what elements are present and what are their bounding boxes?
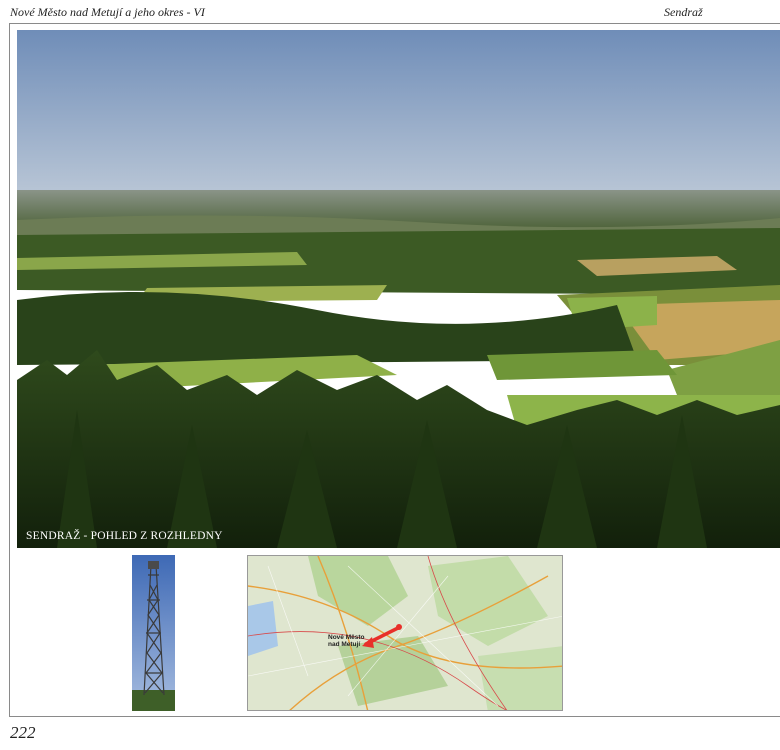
map-place-label: Nové Město nad Metují	[328, 634, 365, 648]
photo-caption: SENDRAŽ - POHLED Z ROZHLEDNY	[26, 530, 223, 542]
page-number: 222	[10, 723, 36, 742]
location-map: Nové Město nad Metují	[247, 555, 563, 711]
landscape-photo	[17, 30, 780, 548]
section-title: Sendraž	[664, 5, 703, 19]
lookout-tower-photo	[132, 555, 175, 711]
book-title: Nové Město nad Metují a jeho okres - VI	[10, 5, 205, 19]
